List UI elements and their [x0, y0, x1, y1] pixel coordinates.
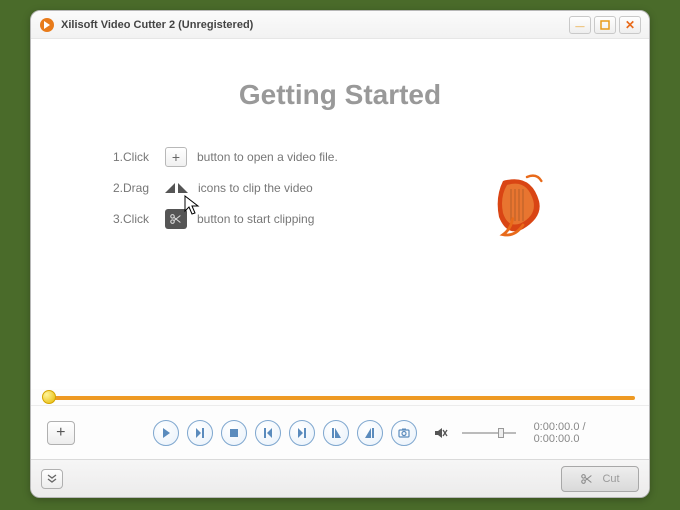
- app-icon: [39, 17, 55, 33]
- stop-button[interactable]: [221, 420, 247, 446]
- time-current: 0:00:00.0: [534, 421, 580, 433]
- maximize-button[interactable]: [594, 16, 616, 34]
- cut-button[interactable]: Cut: [561, 466, 639, 492]
- cut-button-label: Cut: [602, 473, 619, 485]
- step-1-lead: 1.Click: [113, 150, 155, 164]
- volume-slider[interactable]: [462, 426, 515, 440]
- expand-button[interactable]: [41, 469, 63, 489]
- open-file-button[interactable]: +: [47, 421, 75, 445]
- step-3-tail: button to start clipping: [197, 212, 314, 226]
- marker-right-icon: [178, 183, 188, 193]
- step-1-tail: button to open a video file.: [197, 150, 338, 164]
- timecode: 0:00:00.0 / 0:00:00.0: [534, 421, 633, 445]
- marker-icons: [165, 183, 188, 193]
- play-button[interactable]: [153, 420, 179, 446]
- volume-track: [462, 432, 515, 434]
- footer-bar: Cut: [31, 459, 649, 497]
- app-logo-graphic: [479, 169, 559, 252]
- set-end-button[interactable]: [357, 420, 383, 446]
- step-2-tail: icons to clip the video: [198, 181, 313, 195]
- timeline-playhead[interactable]: [42, 390, 56, 404]
- step-2-lead: 2.Drag: [113, 181, 155, 195]
- chevron-down-double-icon: [46, 473, 58, 485]
- marker-left-icon: [165, 183, 175, 193]
- window-title: Xilisoft Video Cutter 2 (Unregistered): [61, 19, 566, 31]
- page-title: Getting Started: [55, 79, 625, 111]
- minimize-button[interactable]: _: [569, 16, 591, 34]
- time-total: 0:00:00.0: [534, 433, 580, 445]
- app-window: Xilisoft Video Cutter 2 (Unregistered) _…: [30, 10, 650, 498]
- volume-thumb[interactable]: [498, 428, 504, 438]
- set-start-button[interactable]: [323, 420, 349, 446]
- timeline[interactable]: [45, 389, 635, 405]
- snapshot-button[interactable]: [391, 420, 417, 446]
- playback-buttons: [153, 420, 417, 446]
- next-frame-button[interactable]: [289, 420, 315, 446]
- controls-bar: +: [31, 405, 649, 459]
- plus-icon-inline: +: [165, 147, 187, 167]
- prev-frame-button[interactable]: [255, 420, 281, 446]
- timeline-track: [45, 396, 635, 400]
- close-button[interactable]: ✕: [619, 16, 641, 34]
- step-1: 1.Click + button to open a video file.: [113, 147, 625, 167]
- mute-button[interactable]: [433, 424, 451, 442]
- titlebar: Xilisoft Video Cutter 2 (Unregistered) _…: [31, 11, 649, 39]
- main-panel: Getting Started 1.Click + button to open…: [31, 39, 649, 389]
- scissors-icon-inline: [165, 209, 187, 229]
- scissors-icon: [580, 472, 594, 486]
- next-button[interactable]: [187, 420, 213, 446]
- time-sep: /: [579, 421, 585, 433]
- step-3-lead: 3.Click: [113, 212, 155, 226]
